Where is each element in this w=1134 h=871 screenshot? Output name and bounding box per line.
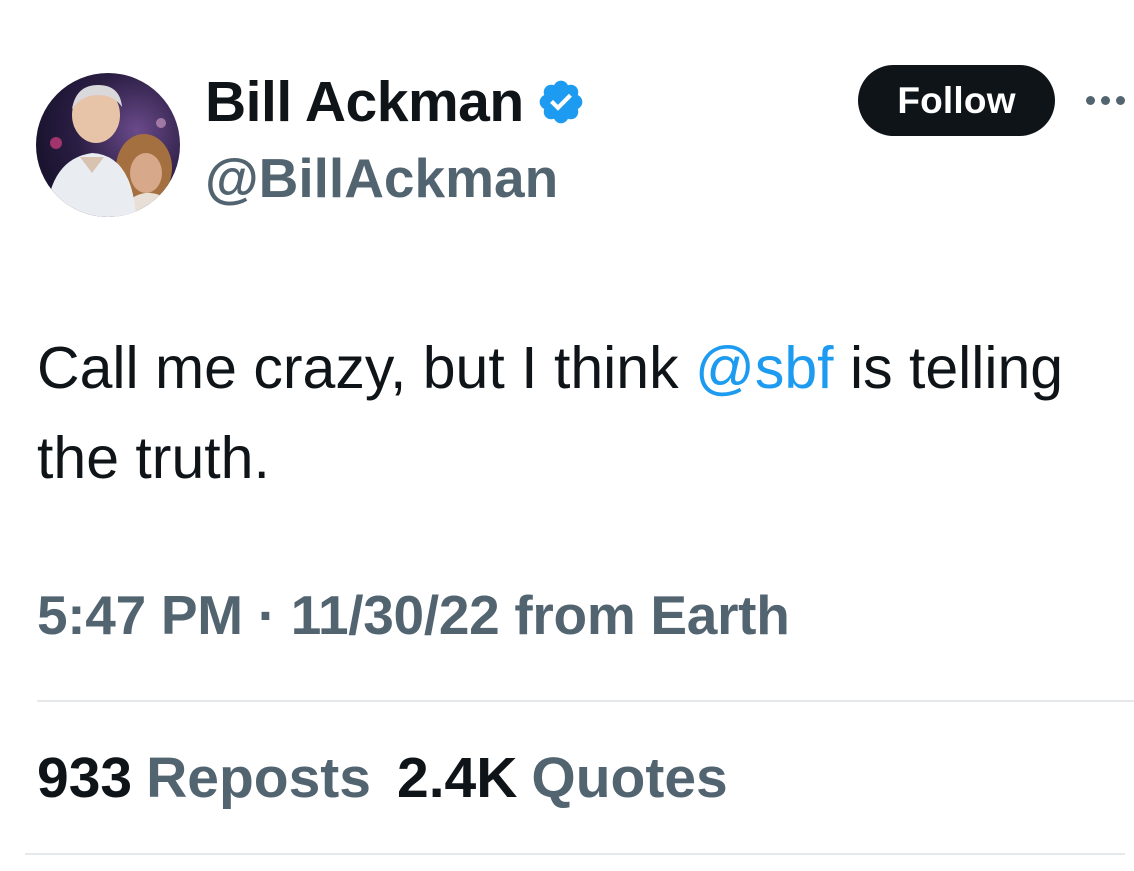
engagement-stats: 933 Reposts 2.4K Quotes [37, 745, 754, 811]
mention-link[interactable]: @sbf [695, 335, 834, 401]
meta-separator: · [257, 584, 276, 646]
more-dot [1086, 95, 1095, 105]
avatar[interactable] [36, 73, 180, 217]
tweet-meta: 5:47 PM · 11/30/22 from Earth [37, 583, 790, 647]
tweet-text: Call me crazy, but I think @sbf is telli… [37, 323, 1107, 503]
tweet-time[interactable]: 5:47 PM [37, 584, 243, 646]
quotes-label: Quotes [531, 746, 728, 810]
more-dot [1101, 95, 1110, 105]
reposts-label: Reposts [146, 746, 371, 810]
tweet-source: from Earth [514, 584, 790, 646]
reposts-count: 933 [37, 746, 133, 810]
avatar-photo [36, 73, 180, 217]
display-name[interactable]: Bill Ackman [205, 69, 524, 135]
more-horizontal-icon[interactable] [1086, 92, 1130, 108]
user-handle[interactable]: @BillAckman [205, 146, 558, 210]
author-name-row[interactable]: Bill Ackman [205, 70, 586, 134]
more-dot [1116, 95, 1125, 105]
follow-button[interactable]: Follow [858, 65, 1055, 136]
divider [37, 700, 1134, 702]
tweet-date[interactable]: 11/30/22 [291, 584, 500, 646]
quotes-count: 2.4K [397, 746, 518, 810]
tweet-text-before: Call me crazy, but I think [37, 335, 695, 401]
divider [25, 853, 1125, 855]
verified-badge-icon [539, 80, 583, 124]
reposts-stat[interactable]: 933 Reposts [37, 745, 371, 811]
quotes-stat[interactable]: 2.4K Quotes [397, 745, 728, 811]
